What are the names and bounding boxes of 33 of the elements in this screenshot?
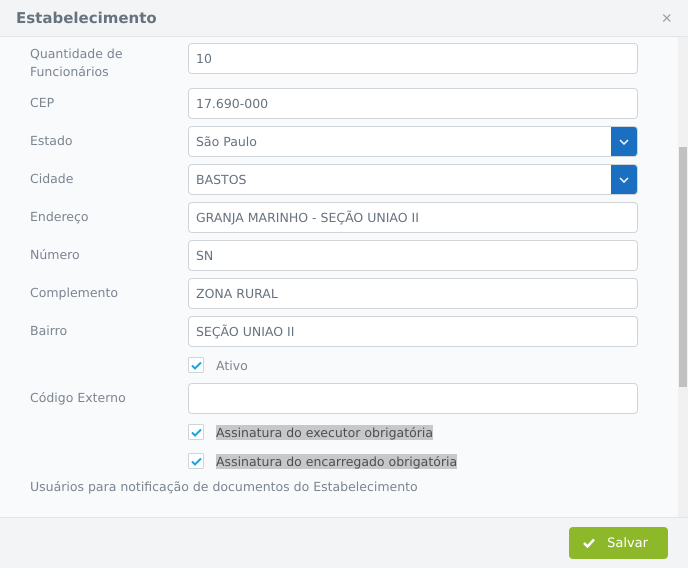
input-field[interactable] — [188, 383, 638, 414]
scrollbar[interactable] — [678, 37, 688, 517]
input-field[interactable]: 17.690-000 — [188, 88, 638, 119]
checkbox[interactable] — [188, 357, 204, 373]
input-field[interactable]: SEÇÃO UNIAO II — [188, 316, 638, 347]
checkmark-icon — [190, 428, 202, 436]
checkbox-label: Assinatura do executor obrigatória — [216, 424, 434, 440]
chevron-down-icon[interactable] — [611, 165, 637, 194]
field-label: Quantidade de Funcionários — [30, 45, 124, 81]
checkmark-icon — [190, 360, 202, 370]
input-field[interactable]: 10 — [188, 43, 638, 74]
checkbox[interactable] — [188, 453, 204, 469]
field-label: Bairro — [30, 322, 68, 340]
input-field[interactable]: SN — [188, 240, 638, 271]
chevron-down-icon[interactable] — [611, 127, 637, 156]
field-label: Código Externo — [30, 389, 127, 407]
field-label: Estado — [30, 132, 74, 150]
section-heading: Usuários para notificação de documentos do Estabelecimento — [30, 479, 419, 494]
select-field[interactable]: BASTOS — [188, 164, 638, 195]
checkmark-icon — [583, 538, 596, 548]
dialog-title: Estabelecimento — [16, 9, 157, 27]
input-field[interactable]: GRANJA MARINHO - SEÇÃO UNIAO II — [188, 202, 638, 233]
checkbox-label: Ativo — [216, 358, 248, 372]
field-label: Complemento — [30, 284, 119, 302]
field-label: Cidade — [30, 170, 74, 188]
checkbox[interactable] — [188, 424, 204, 440]
field-label: CEP — [30, 94, 56, 112]
input-field[interactable]: ZONA RURAL — [188, 278, 638, 309]
checkbox-label: Assinatura do encarregado obrigatória — [216, 454, 458, 468]
checkmark-icon — [190, 456, 202, 466]
field-label: Endereço — [30, 208, 90, 226]
select-field[interactable]: São Paulo — [188, 126, 638, 157]
field-label: Número — [30, 246, 81, 264]
